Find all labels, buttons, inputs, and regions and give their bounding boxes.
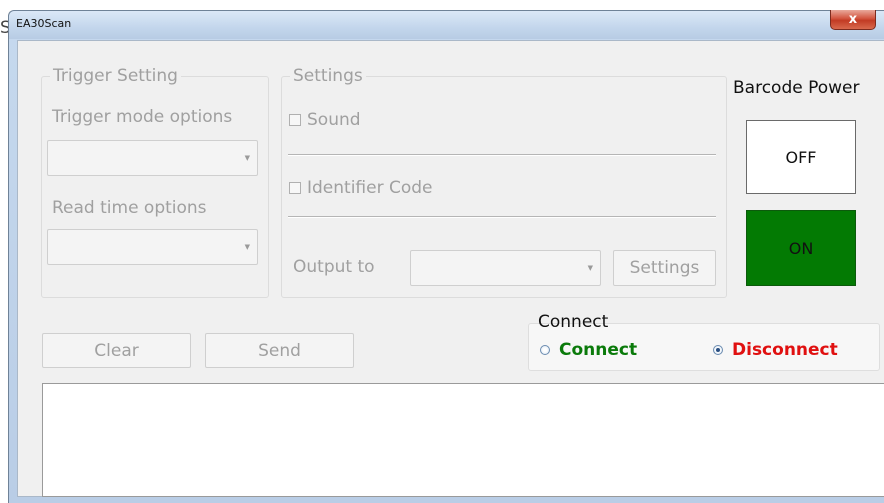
power-on-label: ON xyxy=(788,238,814,258)
connect-radio-label: Connect xyxy=(559,340,638,360)
checkbox-icon xyxy=(289,114,301,126)
trigger-mode-select[interactable]: ▼ xyxy=(47,140,258,176)
settings-legend: Settings xyxy=(290,67,366,85)
ea30scan-window: EA30Scan x Trigger Setting Trigger mode … xyxy=(8,10,884,503)
close-button[interactable]: x xyxy=(830,10,876,30)
title-bar[interactable]: EA30Scan x xyxy=(9,10,884,39)
identifier-code-checkbox[interactable]: Identifier Code xyxy=(289,178,433,198)
clear-button-label: Clear xyxy=(94,340,139,361)
window-title: EA30Scan xyxy=(16,17,72,30)
clear-button[interactable]: Clear xyxy=(42,333,191,368)
disconnect-radio[interactable]: Disconnect xyxy=(713,340,838,360)
send-button[interactable]: Send xyxy=(205,333,354,368)
client-area: Trigger Setting Trigger mode options ▼ R… xyxy=(17,40,884,497)
separator xyxy=(288,216,716,218)
connect-group-legend: Connect xyxy=(538,312,609,332)
power-off-button[interactable]: OFF xyxy=(746,120,856,194)
sound-label: Sound xyxy=(307,110,361,130)
checkbox-icon xyxy=(289,182,301,194)
radio-selected-icon xyxy=(713,345,723,355)
output-to-label: Output to xyxy=(293,257,375,277)
chevron-down-icon: ▼ xyxy=(244,243,250,251)
send-button-label: Send xyxy=(258,340,301,361)
close-icon: x xyxy=(848,12,858,27)
read-time-label: Read time options xyxy=(52,198,207,218)
chevron-down-icon: ▼ xyxy=(587,264,593,272)
output-textbox[interactable] xyxy=(42,383,884,497)
settings-button[interactable]: Settings xyxy=(613,250,716,286)
radio-icon xyxy=(540,345,550,355)
read-time-select[interactable]: ▼ xyxy=(47,229,258,265)
power-off-label: OFF xyxy=(785,147,817,167)
sound-checkbox[interactable]: Sound xyxy=(289,110,361,130)
chevron-down-icon: ▼ xyxy=(244,154,250,162)
identifier-code-label: Identifier Code xyxy=(307,178,433,198)
trigger-mode-label: Trigger mode options xyxy=(52,107,233,127)
output-to-select[interactable]: ▼ xyxy=(410,250,601,286)
separator xyxy=(288,154,716,156)
power-on-button[interactable]: ON xyxy=(746,210,856,286)
disconnect-radio-label: Disconnect xyxy=(732,340,838,360)
connect-radio[interactable]: Connect xyxy=(540,340,637,360)
trigger-setting-legend: Trigger Setting xyxy=(50,67,181,85)
settings-button-label: Settings xyxy=(629,258,700,278)
barcode-power-title: Barcode Power xyxy=(733,78,860,98)
